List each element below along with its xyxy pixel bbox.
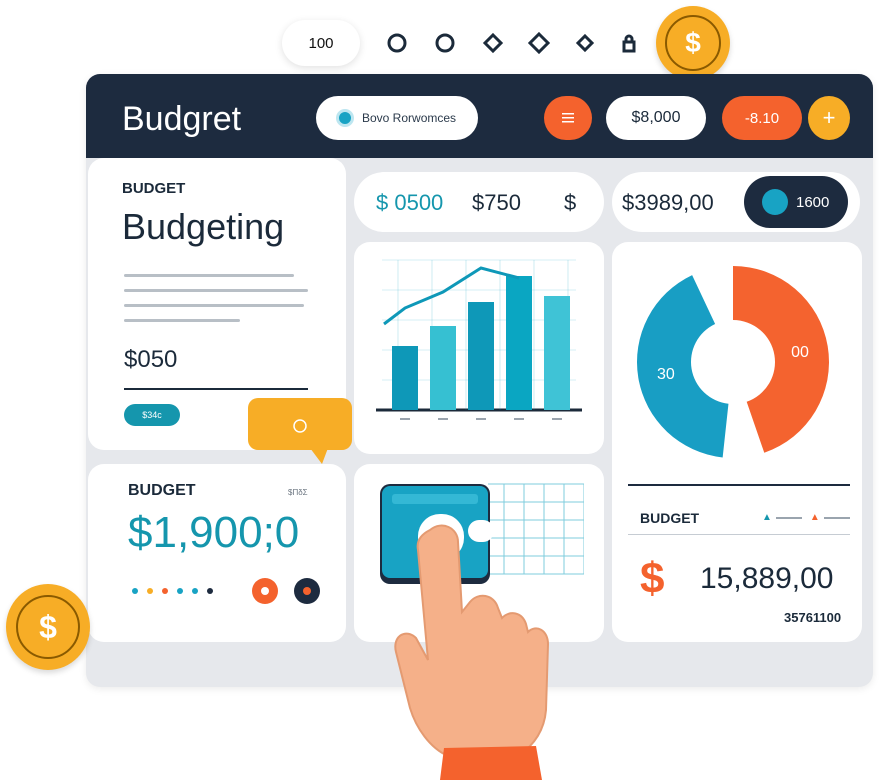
donut-slice[interactable] [637,275,729,458]
bar-chart [376,259,582,420]
summary-symbol: $ [640,554,665,603]
tick-label [552,418,562,420]
color-dot [177,588,183,594]
menu-button[interactable] [544,96,592,140]
color-dot [132,588,138,594]
navy-toggle-button[interactable] [294,578,320,604]
tick-label [400,418,410,420]
bar[interactable] [430,326,456,410]
amount-pill[interactable]: $8,000 [606,96,706,140]
search-icon [336,109,354,127]
trend-line [383,266,520,326]
stats-bar: $ 0500 $750 $ [354,172,604,232]
bar-chart-card [354,242,604,454]
bar[interactable] [506,276,532,410]
tick-label [514,418,524,420]
budget2-amount: $1,900;0 [128,508,300,557]
legend-line [823,516,850,519]
dollar-coin-icon: $ [6,584,90,670]
color-dot [192,588,198,594]
donut-chart: 00 30 [637,266,829,458]
dollar-coin-icon: $ [656,6,730,80]
budget-tag[interactable]: $34c [124,404,180,426]
summary-sub: 35761100 [784,610,842,625]
toggle-dot [261,587,269,595]
hamburger-icon [562,113,574,123]
legend-line [775,516,802,519]
budget2-eyebrow: BUDGET [128,482,196,499]
app-header: Budgret Bovo Rorwomces $8,000 -8.10 + [86,74,873,158]
dark-pill-value: 1600 [796,193,830,211]
donut-label: 00 [791,344,809,361]
stat-c: $ [564,190,577,215]
budget-eyebrow: BUDGET [122,180,186,197]
bar[interactable] [392,346,418,410]
toggle-dot [303,587,311,595]
search-input[interactable]: Bovo Rorwomces [316,96,478,140]
dark-stat-pill[interactable]: 1600 [744,176,848,228]
legend: ▲ ▲ [762,512,850,523]
stat-a: $ 0500 [376,190,444,215]
divider [124,388,308,390]
stats-right: $3989,00 1600 [612,172,860,232]
color-dot [147,588,153,594]
divider [628,484,850,486]
diamond-icon[interactable] [528,32,550,54]
circle-icon[interactable] [434,32,456,54]
add-button[interactable]: + [808,96,850,140]
diamond-icon[interactable] [574,32,596,54]
color-dot [207,588,213,594]
orange-toggle-button[interactable] [252,578,278,604]
diamond-icon[interactable] [482,32,504,54]
budget-title: Budgeting [122,206,285,247]
up-triangle-icon: ▲ [809,512,820,523]
link-icon [762,189,788,215]
circle-icon[interactable] [386,32,408,54]
pointing-hand-icon [394,524,550,780]
speech-bubble-icon [248,398,352,464]
color-dot [162,588,168,594]
donut-card: 00 30 BUDGET ▲ ▲ $ 15,889,00 35761100 [612,242,862,642]
color-dots [132,588,213,594]
summary-amount: 15,889,00 [700,562,834,595]
budget-amount: $050 [124,346,178,373]
budget-card-2: BUDGET $ΠδΣ $1,900;0 [88,464,346,642]
tick-label [438,418,448,420]
total-amount: $3989,00 [622,190,714,215]
up-triangle-icon: ▲ [762,512,772,523]
divider [628,534,850,535]
bar[interactable] [544,296,570,410]
donut-label: 30 [657,366,675,383]
bar[interactable] [468,302,494,410]
zoom-level-pill[interactable]: 100 [282,20,360,66]
budget2-caption: $ΠδΣ [288,488,308,497]
donut-slice[interactable] [733,266,829,453]
app-title: Budgret [122,100,242,138]
search-text: Bovo Rorwomces [362,111,457,125]
change-pill[interactable]: -8.10 [722,96,802,140]
stat-b: $750 [472,190,521,215]
summary-eyebrow: BUDGET [640,510,700,526]
lock-icon[interactable] [618,32,640,54]
description-text [124,274,308,334]
tick-label [476,418,486,420]
